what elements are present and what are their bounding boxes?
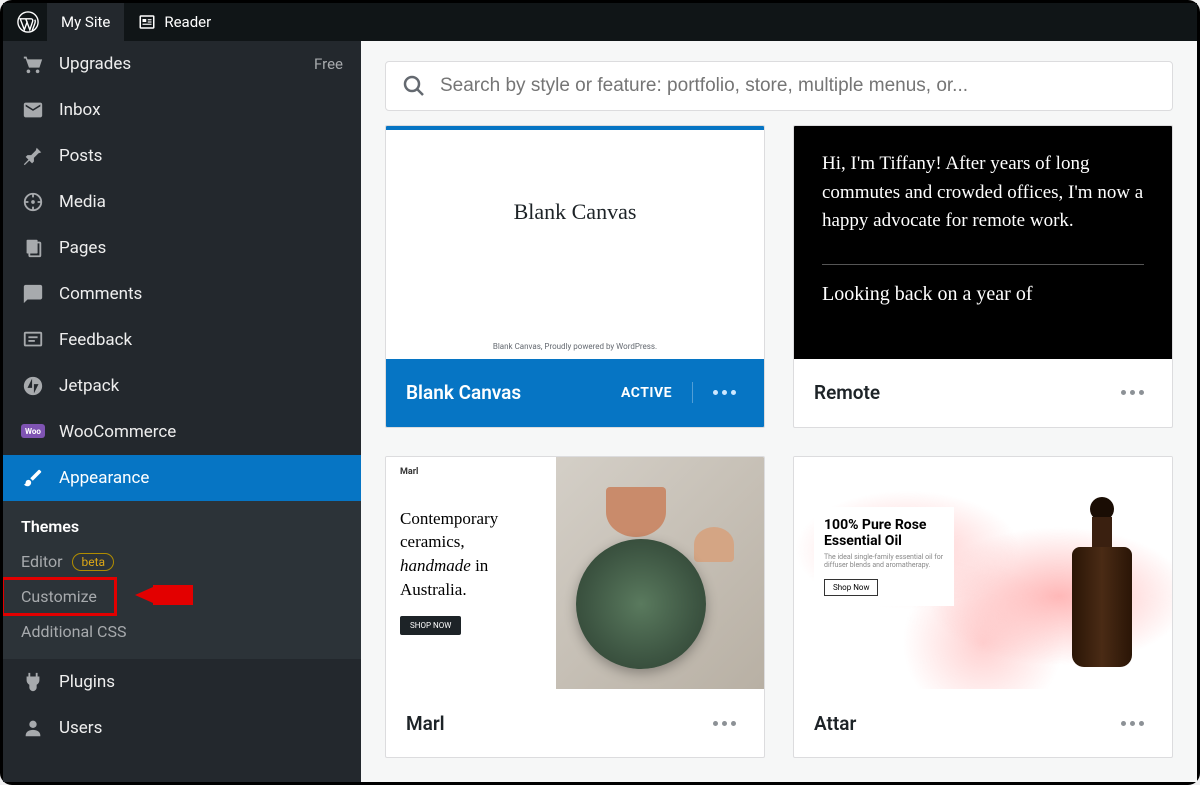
sidebar-item-label: Jetpack [59, 376, 119, 396]
theme-card-remote[interactable]: Hi, I'm Tiffany! After years of long com… [793, 125, 1173, 428]
sidebar-item-upgrades[interactable]: Upgrades Free [3, 41, 361, 87]
more-options-button[interactable] [1113, 713, 1152, 734]
tab-reader[interactable]: Reader [124, 3, 225, 41]
sidebar-item-appearance[interactable]: Appearance [3, 455, 361, 501]
more-options-button[interactable] [1113, 382, 1152, 403]
sidebar-item-inbox[interactable]: Inbox [3, 87, 361, 133]
wordpress-logo-icon [17, 11, 39, 33]
cart-icon [21, 52, 45, 76]
mail-icon [21, 98, 45, 122]
theme-name: Remote [814, 381, 880, 404]
search-input[interactable] [440, 75, 1156, 97]
theme-card-footer: Blank Canvas ACTIVE [386, 359, 764, 427]
sidebar-item-users[interactable]: Users [3, 705, 361, 751]
theme-status-badge: ACTIVE [621, 385, 672, 401]
theme-preview: Hi, I'm Tiffany! After years of long com… [794, 126, 1172, 359]
themes-grid: Blank Canvas Blank Canvas, Proudly power… [361, 125, 1197, 782]
theme-name: Blank Canvas [406, 381, 521, 404]
main-content: Blank Canvas Blank Canvas, Proudly power… [361, 41, 1197, 782]
theme-card-attar[interactable]: AttarHome 100% Pure Rose Essential Oil T… [793, 456, 1173, 759]
sidebar-item-posts[interactable]: Posts [3, 133, 361, 179]
theme-card-footer: Remote [794, 359, 1172, 427]
woo-icon: Woo [21, 420, 45, 444]
sidebar-item-label: Users [59, 718, 102, 738]
plugin-icon [21, 670, 45, 694]
submenu-additional-css[interactable]: Additional CSS [3, 614, 361, 649]
svg-text:Woo: Woo [25, 427, 41, 436]
feedback-icon [21, 328, 45, 352]
tab-my-site[interactable]: My Site [47, 3, 124, 41]
sidebar-item-label: Media [59, 192, 106, 212]
sidebar-item-label: Posts [59, 146, 102, 166]
theme-card-blank-canvas[interactable]: Blank Canvas Blank Canvas, Proudly power… [385, 125, 765, 428]
submenu-themes[interactable]: Themes [3, 509, 361, 544]
sidebar-item-feedback[interactable]: Feedback [3, 317, 361, 363]
sidebar-item-label: Upgrades [59, 54, 131, 74]
sidebar-item-media[interactable]: Media [3, 179, 361, 225]
submenu-editor[interactable]: Editor beta [3, 544, 361, 579]
sidebar-item-plugins[interactable]: Plugins [3, 659, 361, 705]
brush-icon [21, 466, 45, 490]
arrow-annotation-icon [133, 575, 203, 615]
sidebar-item-label: Plugins [59, 672, 115, 692]
sidebar-item-jetpack[interactable]: Jetpack [3, 363, 361, 409]
jetpack-icon [21, 374, 45, 398]
search-icon [402, 74, 426, 98]
theme-preview: AttarHome 100% Pure Rose Essential Oil T… [794, 457, 1172, 690]
media-icon [21, 190, 45, 214]
top-bar: My Site Reader [3, 3, 1197, 41]
comment-icon [21, 282, 45, 306]
theme-search-bar[interactable] [385, 61, 1173, 111]
sidebar-item-label: Comments [59, 284, 142, 304]
reader-icon [138, 13, 156, 31]
badge-free: Free [314, 55, 343, 73]
theme-name: Marl [406, 712, 445, 735]
sidebar-item-comments[interactable]: Comments [3, 271, 361, 317]
more-options-button[interactable] [692, 382, 744, 403]
sidebar-item-label: Feedback [59, 330, 132, 350]
theme-preview: Blank Canvas Blank Canvas, Proudly power… [386, 126, 764, 359]
theme-card-footer: Attar [794, 689, 1172, 757]
admin-sidebar: Upgrades Free Inbox Posts Media Pages Co… [3, 41, 361, 782]
sidebar-item-label: Pages [59, 238, 106, 258]
users-icon [21, 716, 45, 740]
sidebar-item-pages[interactable]: Pages [3, 225, 361, 271]
pin-icon [21, 144, 45, 168]
beta-badge: beta [72, 553, 114, 571]
sidebar-item-label: Appearance [59, 468, 149, 488]
sidebar-item-label: WooCommerce [59, 422, 176, 442]
appearance-submenu: Themes Editor beta Customize Additional … [3, 501, 361, 659]
submenu-customize[interactable]: Customize [3, 579, 115, 614]
theme-card-marl[interactable]: MarlHome Contemporary ceramics,handmade … [385, 456, 765, 759]
theme-name: Attar [814, 712, 856, 735]
theme-card-footer: Marl [386, 689, 764, 757]
theme-preview: MarlHome Contemporary ceramics,handmade … [386, 457, 764, 690]
pages-icon [21, 236, 45, 260]
sidebar-item-woocommerce[interactable]: Woo WooCommerce [3, 409, 361, 455]
more-options-button[interactable] [705, 713, 744, 734]
sidebar-item-label: Inbox [59, 100, 101, 120]
